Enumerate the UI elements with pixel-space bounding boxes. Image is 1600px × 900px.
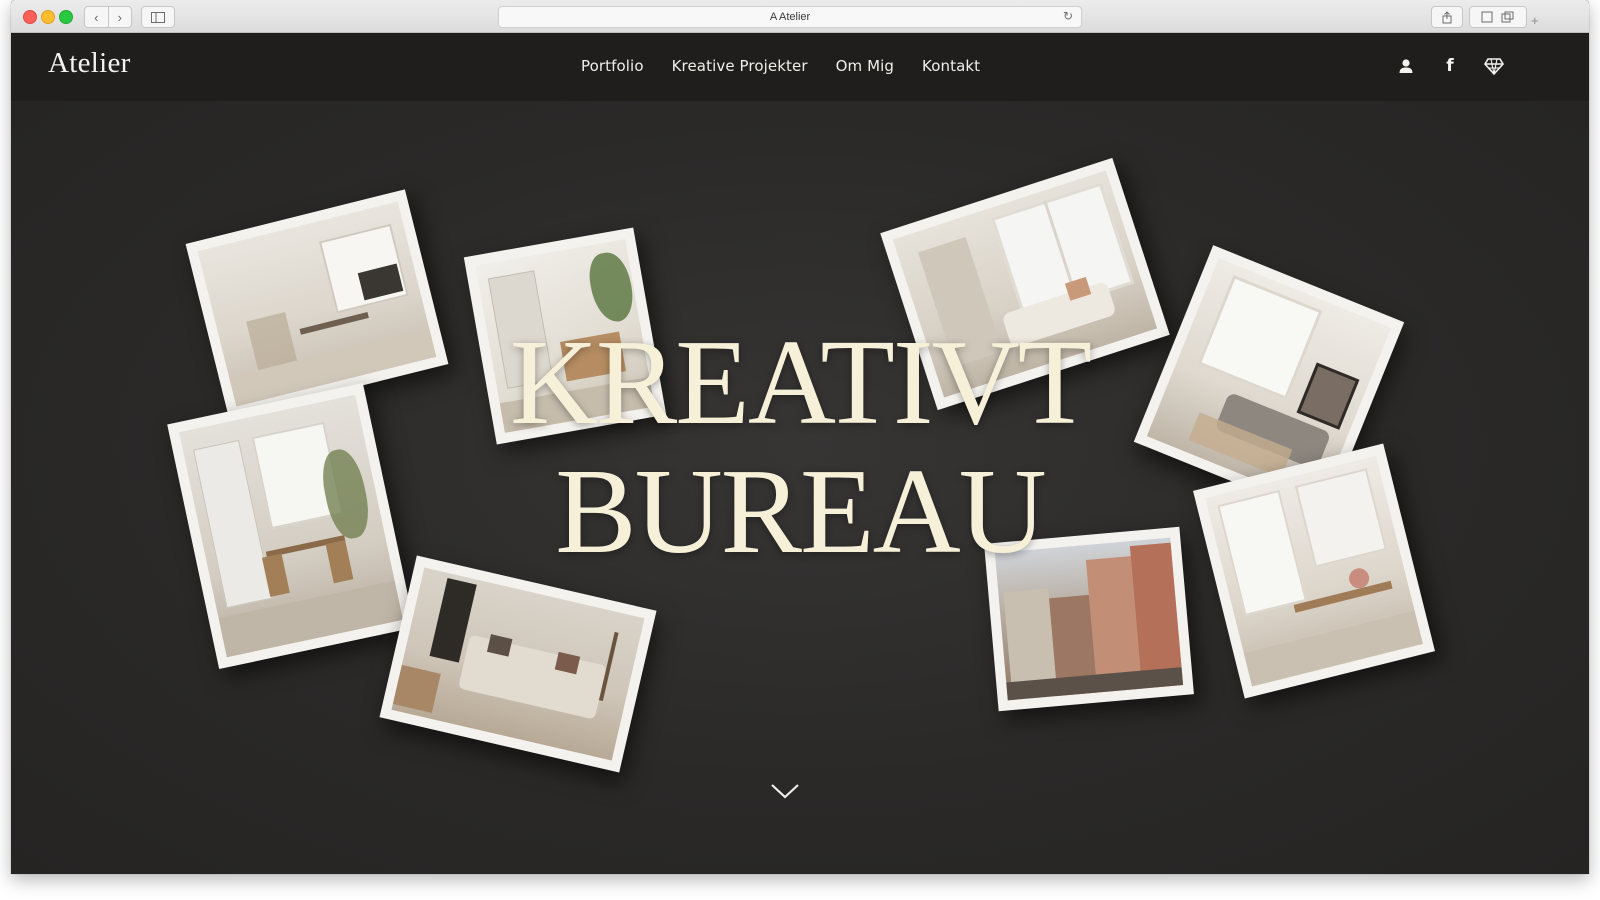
- maximize-window-button[interactable]: [59, 10, 73, 24]
- nav-kreative-projekter[interactable]: Kreative Projekter: [672, 57, 808, 75]
- diamond-icon[interactable]: [1484, 56, 1504, 76]
- tabs-overview-button[interactable]: [1469, 6, 1527, 28]
- address-bar[interactable]: A Atelier ↻: [498, 6, 1082, 28]
- tabs-icon: [1481, 11, 1514, 23]
- interior-photo-sofa[interactable]: [379, 555, 657, 773]
- main-nav: Portfolio Kreative Projekter Om Mig Kont…: [581, 33, 980, 99]
- back-button[interactable]: ‹: [85, 7, 109, 27]
- share-button[interactable]: [1431, 6, 1463, 28]
- hero-title-line2: BUREAU: [555, 444, 1047, 579]
- sidebar-icon: [151, 11, 165, 23]
- user-icon[interactable]: [1396, 56, 1416, 76]
- sidebar-toggle-button[interactable]: [141, 6, 175, 28]
- nav-portfolio[interactable]: Portfolio: [581, 57, 644, 75]
- reload-icon[interactable]: ↻: [1063, 9, 1073, 23]
- photo-image: [391, 567, 645, 761]
- share-icon: [1442, 10, 1452, 23]
- hero-title-line1: KREATIVT: [509, 315, 1092, 450]
- address-text: A Atelier: [769, 11, 811, 23]
- header-icons: f: [1396, 56, 1504, 76]
- site-header: Atelier Portfolio Kreative Projekter Om …: [11, 33, 1589, 101]
- nav-kontakt[interactable]: Kontakt: [922, 57, 980, 75]
- history-nav: ‹ ›: [84, 6, 132, 28]
- minimize-window-button[interactable]: [41, 10, 55, 24]
- forward-button[interactable]: ›: [109, 7, 132, 27]
- nav-om-mig[interactable]: Om Mig: [836, 57, 894, 75]
- hero-section: KREATIVT BUREAU: [11, 101, 1589, 874]
- browser-window: ‹ › A Atelier ↻ + Atelier Portfolio Krea…: [11, 0, 1589, 874]
- close-window-button[interactable]: [23, 10, 37, 24]
- chevron-down-icon[interactable]: [770, 781, 800, 801]
- website: Atelier Portfolio Kreative Projekter Om …: [11, 33, 1589, 874]
- site-logo[interactable]: Atelier: [48, 47, 131, 80]
- browser-toolbar: ‹ › A Atelier ↻ +: [11, 0, 1589, 33]
- new-tab-button[interactable]: +: [1531, 13, 1539, 28]
- facebook-icon[interactable]: f: [1440, 56, 1460, 76]
